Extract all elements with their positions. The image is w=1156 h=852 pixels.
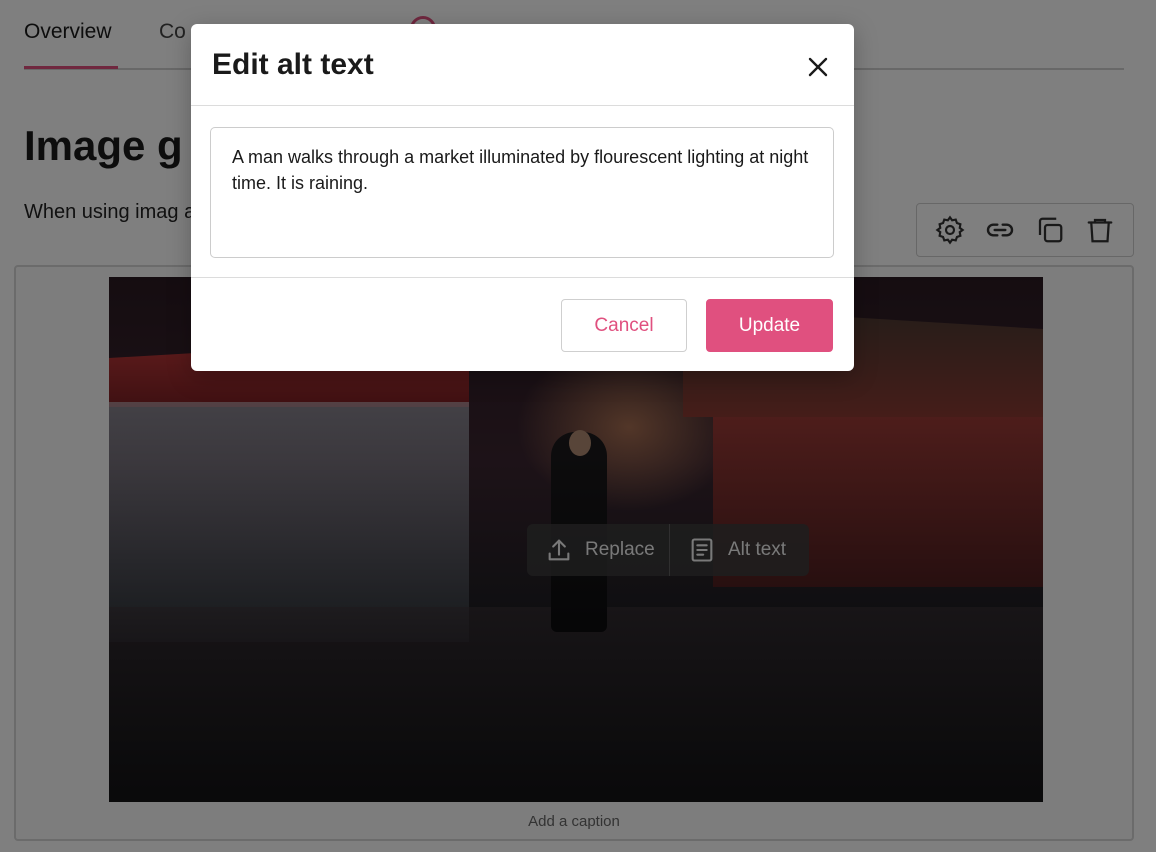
dialog-footer: Cancel Update [191,277,854,371]
update-button[interactable]: Update [706,299,833,352]
dialog-title: Edit alt text [212,48,374,81]
close-icon [806,55,830,79]
alt-text-input[interactable]: A man walks through a market illuminated… [210,127,834,258]
dialog-header: Edit alt text [191,24,854,106]
edit-alt-text-dialog: Edit alt text A man walks through a mark… [191,24,854,371]
cancel-button[interactable]: Cancel [561,299,687,352]
close-button[interactable] [801,50,835,84]
